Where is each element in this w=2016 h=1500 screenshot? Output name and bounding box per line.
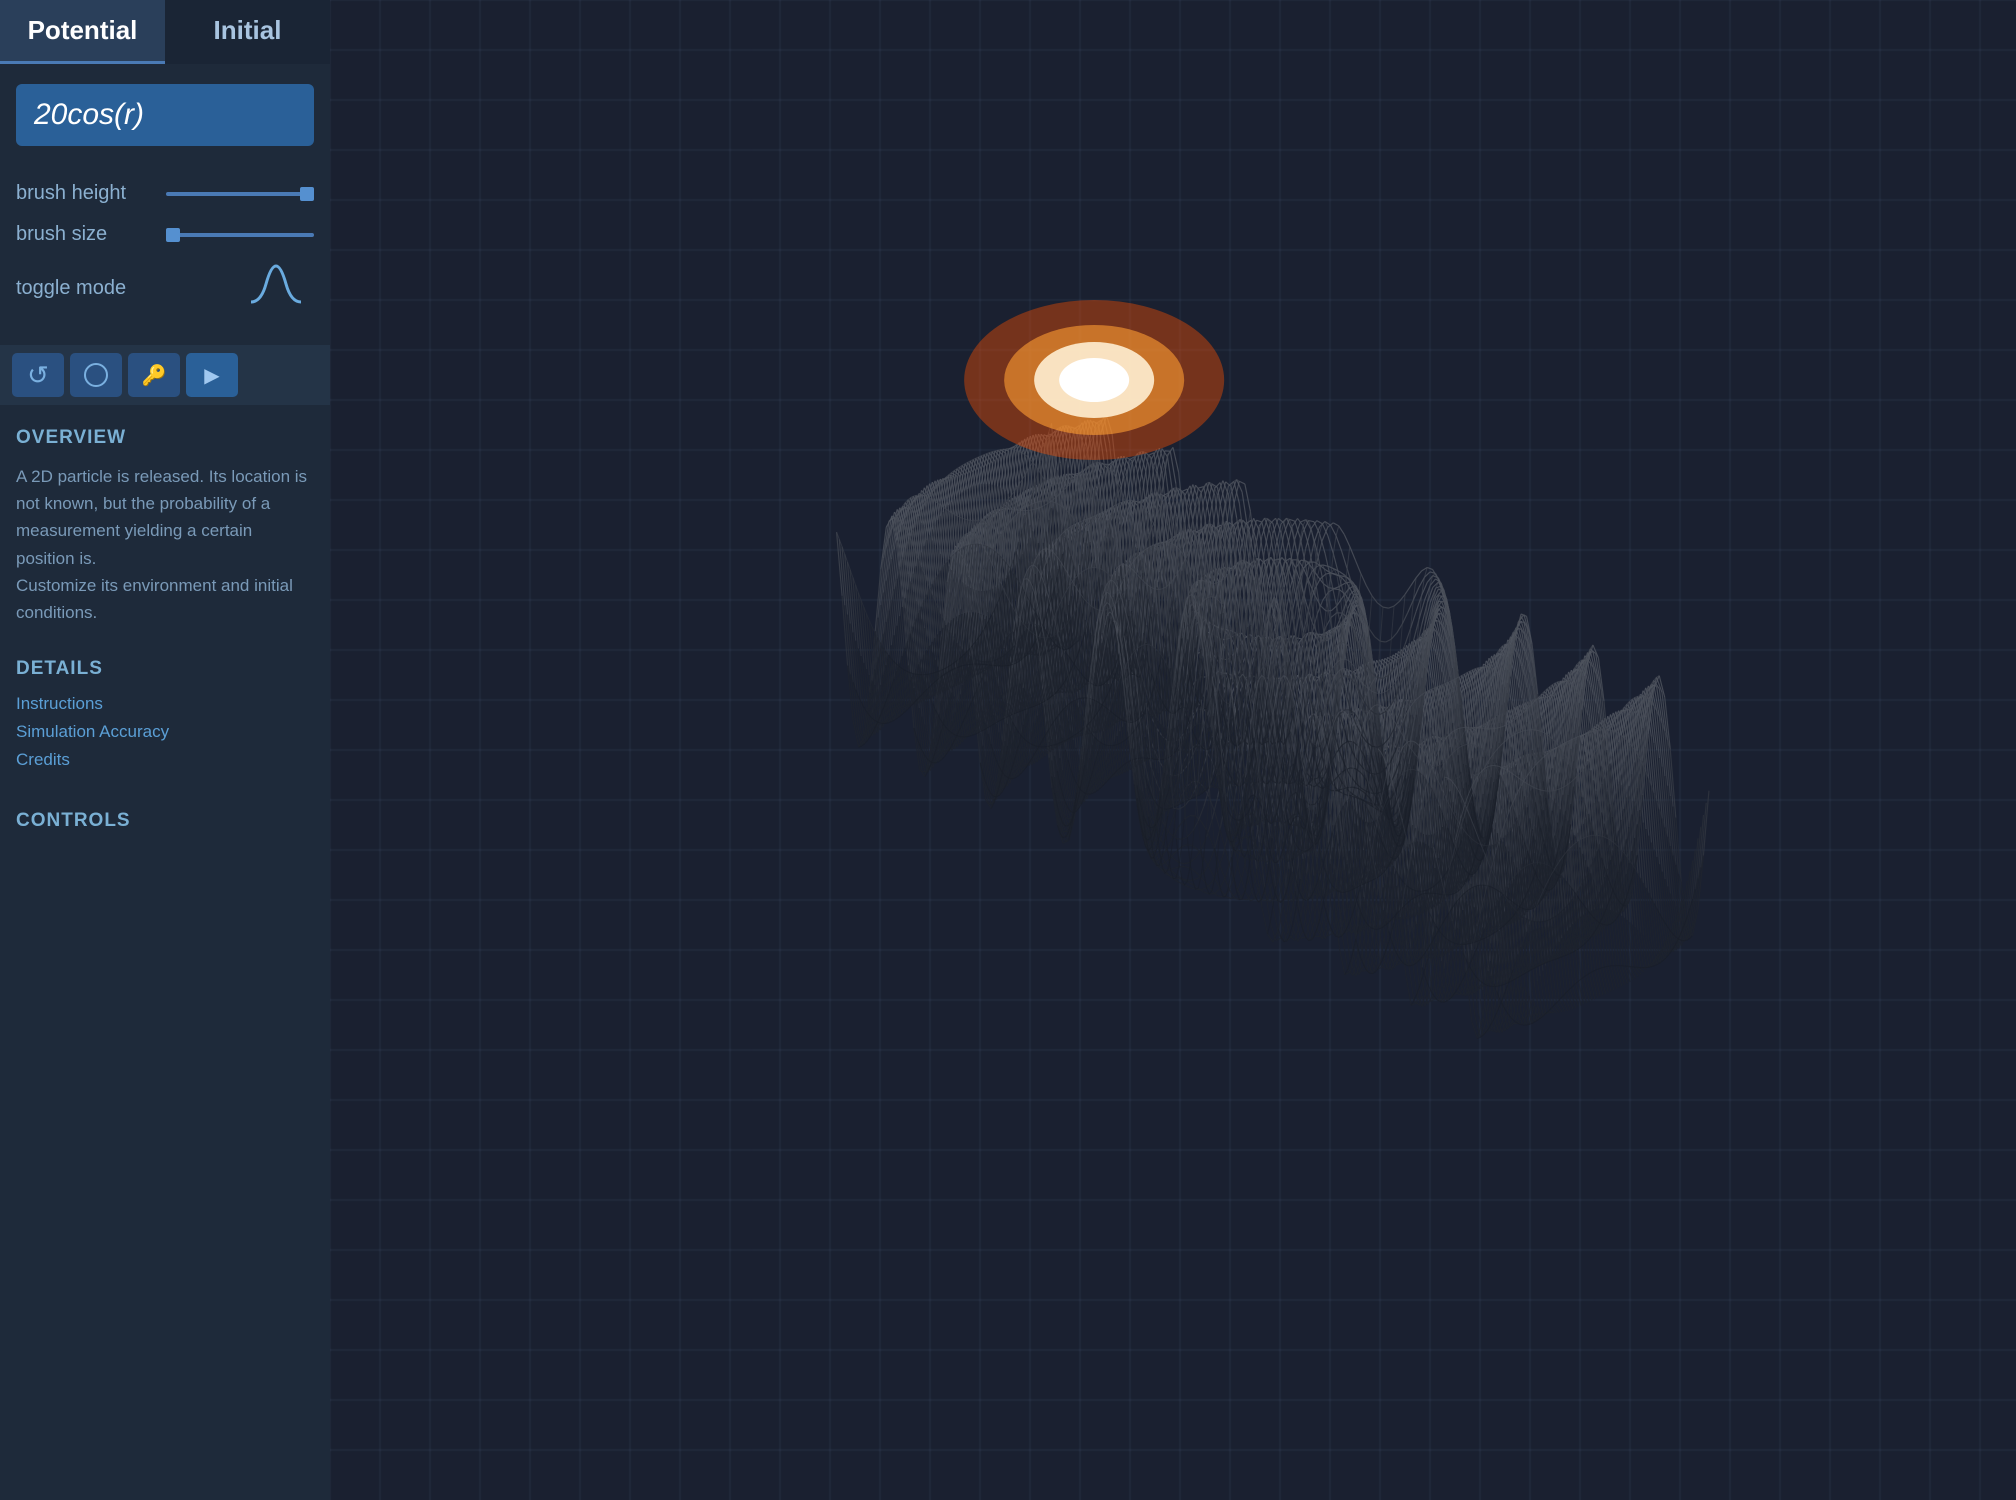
simulation-accuracy-link[interactable]: Simulation Accuracy: [16, 722, 314, 742]
bell-curve-icon[interactable]: [246, 264, 306, 313]
key-icon: 🔑: [142, 363, 167, 388]
circle-tool-button[interactable]: [70, 353, 122, 397]
credits-link[interactable]: Credits: [16, 750, 314, 770]
undo-button[interactable]: ↺: [12, 353, 64, 397]
key-tool-button[interactable]: 🔑: [128, 353, 180, 397]
tab-potential[interactable]: Potential: [0, 0, 165, 64]
toolbar-row: ↺ 🔑 ▶: [0, 345, 330, 405]
brush-height-label: brush height: [16, 182, 166, 205]
play-button[interactable]: ▶: [186, 353, 238, 397]
brush-height-control: brush height: [16, 182, 314, 205]
brush-size-label: brush size: [16, 223, 166, 246]
details-title: DETAILS: [16, 658, 314, 680]
controls-label-section: CONTROLS: [0, 788, 330, 856]
brush-height-slider[interactable]: [166, 192, 314, 196]
viz-container: [330, 0, 2016, 1500]
brush-size-slider[interactable]: [166, 233, 314, 237]
overview-section: OVERVIEW A 2D particle is released. Its …: [0, 405, 330, 636]
wave-visualization: [330, 0, 2016, 1500]
details-section: DETAILS Instructions Simulation Accuracy…: [0, 636, 330, 788]
play-icon: ▶: [204, 363, 219, 388]
tab-initial[interactable]: Initial: [165, 0, 330, 64]
controls-title: CONTROLS: [16, 810, 314, 832]
main-visualization-area[interactable]: [330, 0, 2016, 1500]
formula-input[interactable]: 20cos(r): [34, 98, 144, 131]
instructions-link[interactable]: Instructions: [16, 694, 314, 714]
formula-box[interactable]: 20cos(r): [16, 84, 314, 146]
brush-size-thumb[interactable]: [166, 228, 180, 242]
tab-bar: Potential Initial: [0, 0, 330, 64]
overview-title: OVERVIEW: [16, 427, 314, 449]
sidebar: Potential Initial 20cos(r) brush height …: [0, 0, 330, 1500]
overview-text: A 2D particle is released. Its location …: [16, 463, 314, 626]
brush-height-thumb[interactable]: [300, 187, 314, 201]
toggle-mode-label: toggle mode: [16, 277, 166, 300]
brush-size-control: brush size: [16, 223, 314, 246]
toggle-mode-control: toggle mode: [16, 264, 314, 313]
controls-section: brush height brush size toggle mode: [0, 154, 330, 341]
circle-icon: [84, 363, 108, 387]
undo-icon: ↺: [27, 360, 49, 391]
